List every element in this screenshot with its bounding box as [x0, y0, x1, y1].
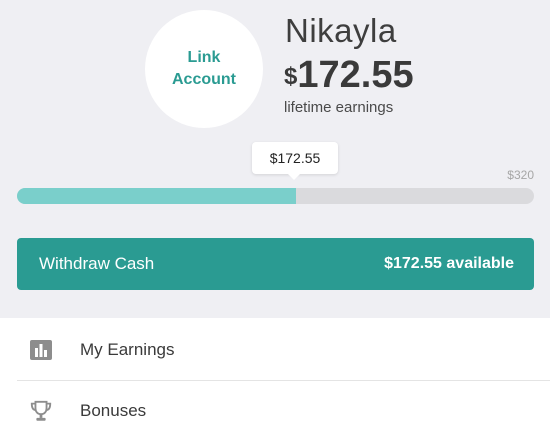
available-balance: $172.55 available: [384, 255, 514, 272]
earnings-summary-panel: Link Account Nikayla $172.55 lifetime ea…: [0, 0, 550, 318]
link-account-label-line2: Account: [172, 71, 236, 88]
earnings-progress-bar: [17, 188, 534, 204]
lifetime-earnings-amount: $172.55: [284, 54, 414, 97]
progress-tooltip: $172.55: [252, 142, 338, 174]
earnings-value: 172.55: [297, 54, 414, 96]
link-account-label-line1: Link: [187, 49, 221, 66]
link-account-button[interactable]: Link Account: [145, 10, 263, 128]
earnings-progress-fill: [17, 188, 296, 204]
currency-symbol: $: [284, 63, 298, 90]
menu-item-label: Bonuses: [80, 401, 147, 420]
menu-item-my-earnings[interactable]: My Earnings: [0, 320, 550, 380]
trophy-icon: [29, 399, 53, 423]
user-name: Nikayla: [285, 12, 397, 49]
link-account-label: Link Account: [172, 47, 236, 91]
lifetime-earnings-label: lifetime earnings: [284, 99, 394, 116]
tooltip-arrow: [286, 172, 302, 180]
withdraw-cash-button[interactable]: Withdraw Cash $172.55 available: [17, 238, 534, 290]
withdraw-cash-label: Withdraw Cash: [39, 254, 155, 273]
bar-chart-icon: [29, 338, 53, 362]
menu-item-bonuses[interactable]: Bonuses: [0, 381, 550, 441]
menu-item-label: My Earnings: [80, 340, 175, 359]
progress-goal-label: $320: [507, 168, 534, 182]
